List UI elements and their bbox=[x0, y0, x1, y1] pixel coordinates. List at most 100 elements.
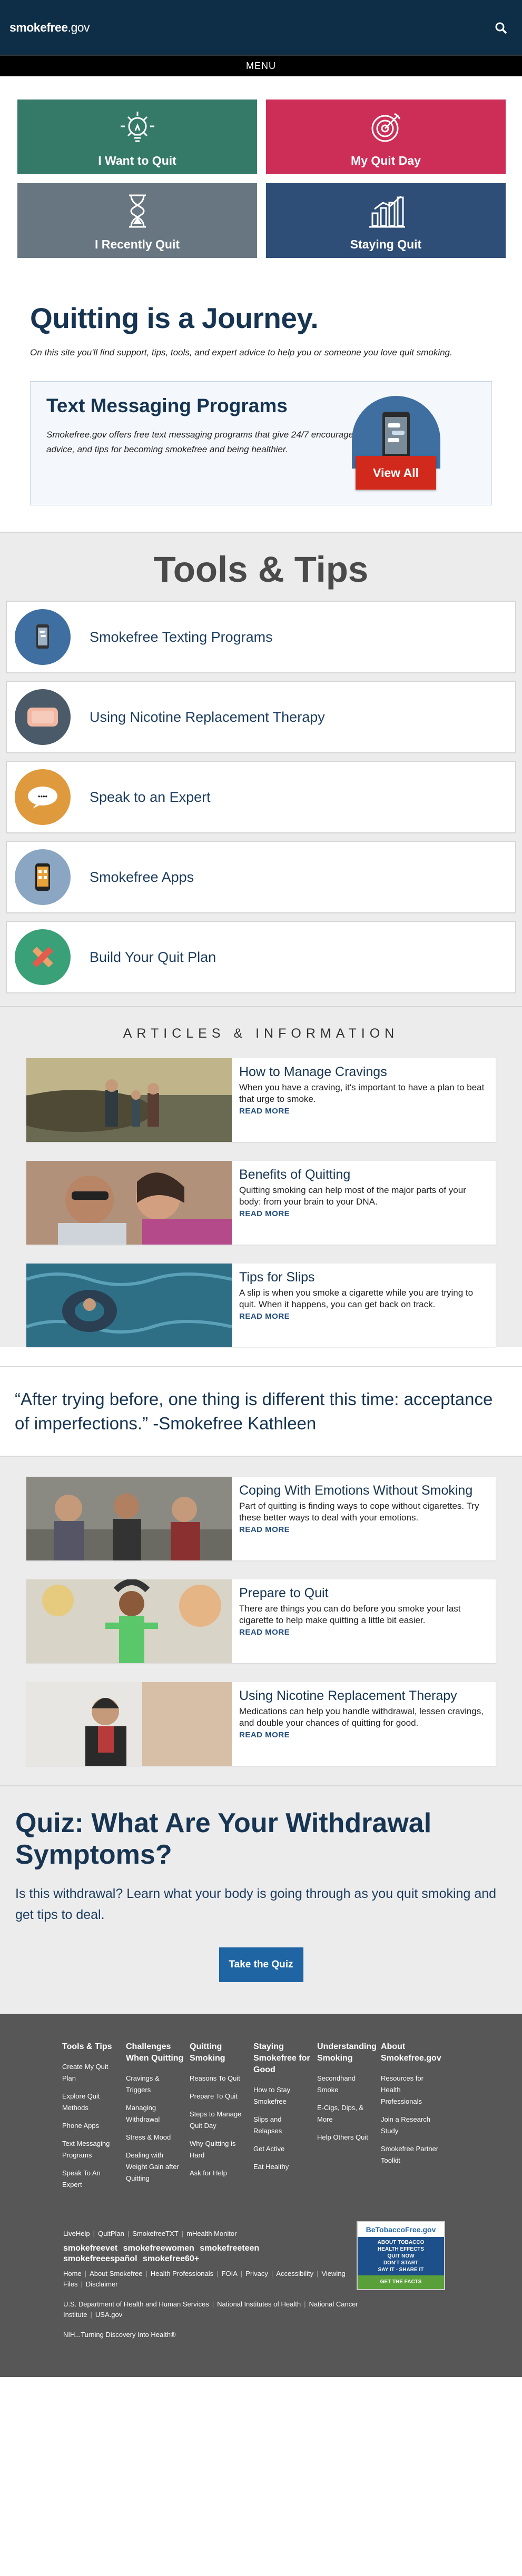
menu-toggle[interactable]: MENU bbox=[0, 55, 522, 76]
brand-link[interactable]: smokefreeespañol bbox=[63, 2254, 137, 2263]
tool-item-expert[interactable]: •••• Speak to an Expert bbox=[6, 761, 516, 833]
footer-link[interactable]: Stress & Mood bbox=[126, 2132, 184, 2143]
badge-line: HEALTH EFFECTS bbox=[377, 2246, 425, 2252]
brand-link[interactable]: smokefreeteen bbox=[200, 2244, 259, 2253]
footer-link[interactable]: Health Professionals bbox=[151, 2270, 213, 2277]
footer-link[interactable]: National Institutes of Health bbox=[217, 2300, 301, 2308]
footer-link[interactable]: Why Quitting is Hard bbox=[190, 2138, 248, 2161]
read-more-link[interactable]: READ MORE bbox=[239, 1107, 290, 1116]
footer-link[interactable]: Disclaimer bbox=[86, 2280, 118, 2288]
footer-link[interactable]: Prepare To Quit bbox=[190, 2091, 248, 2102]
footer-col-staying: Staying Smokefree for Good How to Stay S… bbox=[253, 2041, 311, 2197]
tool-item-quit-plan[interactable]: Build Your Quit Plan bbox=[6, 921, 516, 993]
footer-link[interactable]: How to Stay Smokefree bbox=[253, 2084, 311, 2107]
footer-link[interactable]: Join a Research Study bbox=[381, 2114, 439, 2137]
footer-link[interactable]: FOIA bbox=[222, 2270, 238, 2277]
article-text: Part of quitting is finding ways to cope… bbox=[239, 1501, 479, 1523]
footer-link[interactable]: USA.gov bbox=[95, 2311, 122, 2319]
site-logo[interactable]: smokefree.gov bbox=[9, 21, 90, 35]
footer-link[interactable]: Slips and Relapses bbox=[253, 2114, 311, 2137]
article-card[interactable]: Tips for Slips A slip is when you smoke a… bbox=[26, 1264, 496, 1347]
article-text: A slip is when you smoke a cigarette whi… bbox=[239, 1288, 474, 1309]
tile-my-quit-day[interactable]: My Quit Day bbox=[266, 100, 506, 174]
footer-link[interactable]: LiveHelp bbox=[63, 2230, 90, 2237]
footer-columns: Tools & Tips Create My Quit Plan Explore … bbox=[0, 2041, 522, 2197]
tool-item-apps[interactable]: Smokefree Apps bbox=[6, 841, 516, 913]
footer-col-title: Understanding Smoking bbox=[317, 2042, 377, 2063]
footer-link[interactable]: Steps to Manage Quit Day bbox=[190, 2108, 248, 2132]
phone-icon bbox=[15, 609, 71, 665]
read-more-link[interactable]: READ MORE bbox=[239, 1730, 290, 1739]
articles-section-2: Coping With Emotions Without Smoking Part… bbox=[0, 1457, 522, 1785]
footer-link[interactable]: Phone Apps bbox=[62, 2120, 120, 2132]
footer-link[interactable]: Resources for Health Professionals bbox=[381, 2073, 439, 2107]
footer-link[interactable]: Accessibility bbox=[276, 2270, 313, 2277]
footer-link[interactable]: Cravings & Triggers bbox=[126, 2073, 184, 2096]
nih-tagline: NIH...Turning Discovery Into Health® bbox=[63, 2331, 176, 2339]
article-text: Medications can help you handle withdraw… bbox=[239, 1706, 484, 1728]
betobaccofree-badge[interactable]: BeTobaccoFree.gov ABOUT TOBACCO HEALTH E… bbox=[357, 2221, 445, 2290]
tile-staying-quit[interactable]: Staying Quit bbox=[266, 183, 506, 258]
footer-link[interactable]: Get Active bbox=[253, 2143, 311, 2155]
footer-col-title: Staying Smokefree for Good bbox=[253, 2042, 310, 2074]
quit-stage-tiles: I Want to Quit My Quit Day I Recently Qu… bbox=[0, 76, 522, 275]
footer-link[interactable]: E-Cigs, Dips, & More bbox=[317, 2102, 375, 2125]
footer-link[interactable]: Speak To An Expert bbox=[62, 2167, 120, 2191]
logo-main: smokefree bbox=[9, 21, 68, 34]
footer-link[interactable]: Dealing with Weight Gain after Quitting bbox=[126, 2150, 184, 2184]
footer-link[interactable]: Explore Quit Methods bbox=[62, 2091, 120, 2114]
read-more-link[interactable]: READ MORE bbox=[239, 1209, 290, 1218]
read-more-link[interactable]: READ MORE bbox=[239, 1312, 290, 1321]
read-more-link[interactable]: READ MORE bbox=[239, 1628, 290, 1637]
tool-item-nrt[interactable]: Using Nicotine Replacement Therapy bbox=[6, 681, 516, 753]
footer-link[interactable]: mHealth Monitor bbox=[186, 2230, 237, 2237]
read-more-link[interactable]: READ MORE bbox=[239, 1525, 290, 1534]
footer-link[interactable]: Reasons To Quit bbox=[190, 2073, 248, 2084]
article-card[interactable]: Using Nicotine Replacement Therapy Medica… bbox=[26, 1682, 496, 1766]
logo-suffix: .gov bbox=[67, 21, 90, 34]
take-quiz-button[interactable]: Take the Quiz bbox=[219, 1947, 303, 1982]
brand-link[interactable]: smokefreevet bbox=[63, 2244, 117, 2253]
footer-link[interactable]: Managing Withdrawal bbox=[126, 2102, 184, 2125]
menu-label: MENU bbox=[246, 60, 276, 71]
article-card[interactable]: Prepare to Quit There are things you can … bbox=[26, 1579, 496, 1663]
article-card[interactable]: Benefits of Quitting Quitting smoking can… bbox=[26, 1161, 496, 1245]
article-title: Coping With Emotions Without Smoking bbox=[239, 1483, 473, 1498]
badge-line: DON'T START bbox=[383, 2260, 419, 2266]
footer-link[interactable]: Create My Quit Plan bbox=[62, 2061, 120, 2084]
tools-title: Tools & Tips bbox=[153, 549, 369, 590]
bubble-text: •••• bbox=[38, 792, 48, 800]
footer-link[interactable]: Help Others Quit bbox=[317, 2132, 375, 2143]
speech-bubble-icon: •••• bbox=[15, 769, 71, 825]
site-header: smokefree.gov bbox=[0, 0, 522, 55]
article-card[interactable]: How to Manage Cravings When you have a cr… bbox=[26, 1058, 496, 1142]
article-text: There are things you can do before you s… bbox=[239, 1604, 461, 1625]
search-icon bbox=[495, 22, 507, 34]
quiz-text: Is this withdrawal? Learn what your body… bbox=[15, 1886, 497, 1922]
footer-link[interactable]: Eat Healthy bbox=[253, 2161, 311, 2173]
tools-section: Tools & Tips Smokefree Texting Programs … bbox=[0, 532, 522, 1006]
search-button[interactable] bbox=[489, 16, 513, 39]
footer-link[interactable]: U.S. Department of Health and Human Serv… bbox=[63, 2300, 209, 2308]
footer-link[interactable]: SmokefreeTXT bbox=[132, 2230, 178, 2237]
badge-cta: GET THE FACTS bbox=[358, 2275, 444, 2289]
footer-link[interactable]: About Smokefree bbox=[90, 2270, 142, 2277]
brand-link[interactable]: smokefree60+ bbox=[143, 2254, 199, 2263]
footer-link[interactable]: QuitPlan bbox=[98, 2230, 124, 2237]
quiz-section: Quiz: What Are Your Withdrawal Symptoms?… bbox=[0, 1785, 522, 2014]
footer-link[interactable]: Privacy bbox=[245, 2270, 268, 2277]
badge-lines: ABOUT TOBACCO HEALTH EFFECTS QUIT NOW DO… bbox=[358, 2237, 444, 2275]
footer-link[interactable]: Ask for Help bbox=[190, 2167, 248, 2179]
article-card[interactable]: Coping With Emotions Without Smoking Part… bbox=[26, 1477, 496, 1560]
view-all-button[interactable]: View All bbox=[356, 456, 436, 490]
tool-item-texting[interactable]: Smokefree Texting Programs bbox=[6, 601, 516, 673]
footer-link[interactable]: Text Messaging Programs bbox=[62, 2138, 120, 2161]
tile-i-want-to-quit[interactable]: I Want to Quit bbox=[17, 100, 257, 174]
brand-link[interactable]: smokefreewomen bbox=[123, 2244, 194, 2253]
footer-link[interactable]: Home bbox=[63, 2270, 82, 2277]
articles-heading: ARTICLES & INFORMATION bbox=[123, 1026, 399, 1041]
patch-icon bbox=[15, 689, 71, 745]
tile-i-recently-quit[interactable]: I Recently Quit bbox=[17, 183, 257, 258]
footer-link[interactable]: Smokefree Partner Toolkit bbox=[381, 2143, 439, 2166]
footer-link[interactable]: Secondhand Smoke bbox=[317, 2073, 375, 2096]
